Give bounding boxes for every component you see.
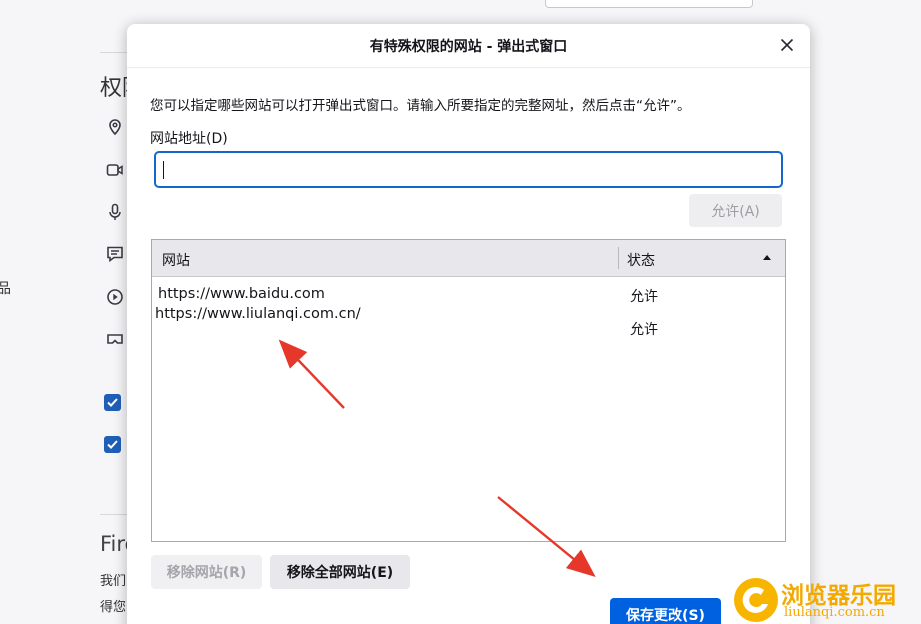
popup-exceptions-dialog: 有特殊权限的网站 - 弹出式窗口 您可以指定哪些网站可以打开弹出式窗口。请输入所… (127, 24, 810, 624)
table-header: 网站 状态 (152, 240, 785, 277)
notification-icon (106, 245, 124, 263)
text-caret (163, 161, 164, 179)
row-website: https://www.liulanqi.com.cn/ (155, 306, 361, 322)
location-icon (106, 118, 124, 136)
section-text: 得您 (100, 600, 127, 615)
checkbox-checked[interactable] (104, 436, 121, 453)
website-address-input[interactable] (154, 151, 783, 188)
camera-icon (106, 161, 124, 179)
website-address-label: 网站地址(D) (150, 131, 228, 147)
dialog-header: 有特殊权限的网站 - 弹出式窗口 (127, 24, 810, 68)
save-changes-button[interactable]: 保存更改(S) (610, 598, 721, 624)
close-icon[interactable] (776, 34, 798, 56)
watermark-url: liulanqi.com.cn (784, 605, 885, 620)
side-text: 品 (0, 281, 11, 297)
watermark-logo-icon (734, 578, 778, 622)
microphone-icon (106, 203, 124, 221)
column-header-website[interactable]: 网站 (162, 250, 190, 270)
vr-icon (106, 330, 124, 348)
row-status: 允许 (630, 322, 658, 338)
remove-website-button[interactable]: 移除网站(R) (151, 555, 262, 589)
table-row[interactable]: https://www.liulanqi.com.cn/ 允许 (152, 306, 785, 338)
row-website: https://www.baidu.com (158, 286, 325, 302)
remove-all-websites-button[interactable]: 移除全部网站(E) (270, 555, 410, 589)
column-header-status[interactable]: 状态 (627, 250, 655, 270)
dialog-title: 有特殊权限的网站 - 弹出式窗口 (369, 39, 568, 55)
section-text: 我们 (100, 574, 127, 589)
dialog-description: 您可以指定哪些网站可以打开弹出式窗口。请输入所要指定的完整网址，然后点击“允许”… (150, 98, 691, 114)
row-status: 允许 (630, 289, 658, 305)
search-box[interactable] (545, 0, 753, 8)
checkbox-checked[interactable] (104, 394, 121, 411)
column-separator[interactable] (618, 247, 619, 269)
allow-button[interactable]: 允许(A) (689, 194, 782, 227)
sort-ascending-icon (763, 255, 771, 260)
sites-table: 网站 状态 https://www.baidu.com 允许 https://w… (151, 239, 786, 542)
autoplay-icon (106, 288, 124, 306)
